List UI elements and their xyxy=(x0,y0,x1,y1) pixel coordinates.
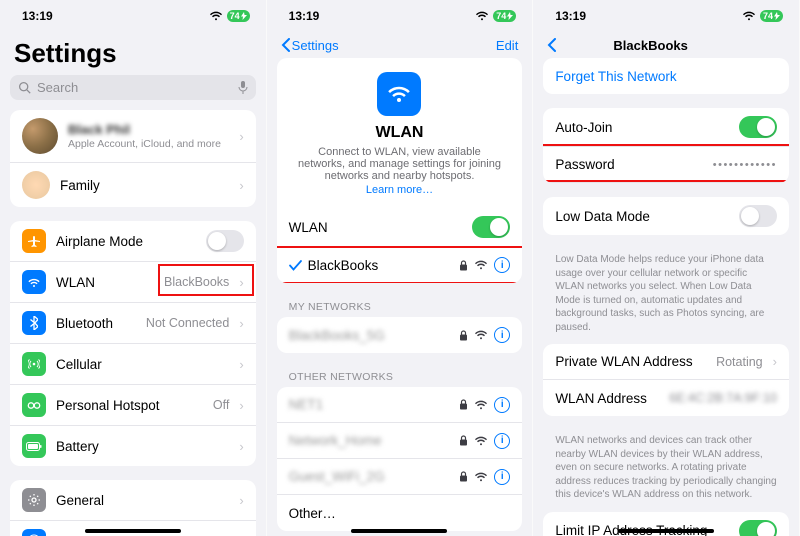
wlan-hero-title: WLAN xyxy=(295,124,505,142)
general-row[interactable]: General › xyxy=(10,480,256,521)
home-indicator[interactable] xyxy=(85,529,181,533)
wifi-icon xyxy=(742,11,756,21)
home-indicator[interactable] xyxy=(351,529,447,533)
apple-account-row[interactable]: Black Phil Apple Account, iCloud, and mo… xyxy=(10,110,256,163)
back-button[interactable]: Settings xyxy=(281,38,339,53)
wlan-address-row: WLAN Address 6E:4C:2B:7A:9F:10 xyxy=(543,380,789,416)
avatar xyxy=(22,118,58,154)
wifi-strength-icon xyxy=(474,330,488,340)
wlan-toggle[interactable] xyxy=(472,216,510,238)
wifi-strength-icon xyxy=(474,472,488,482)
my-networks-header: MY NETWORKS xyxy=(277,297,523,317)
edit-button[interactable]: Edit xyxy=(478,38,518,53)
low-data-mode-toggle[interactable] xyxy=(739,205,777,227)
lock-icon xyxy=(459,471,468,482)
info-icon[interactable]: i xyxy=(494,397,510,413)
network-row[interactable]: Guest_WiFi_2G i xyxy=(277,459,523,495)
chevron-right-icon: › xyxy=(239,439,243,454)
network-row[interactable]: Network_Home i xyxy=(277,423,523,459)
chevron-right-icon: › xyxy=(239,178,243,193)
status-bar: 13:19 74 xyxy=(0,0,266,32)
search-input[interactable]: Search xyxy=(10,75,256,100)
other-networks-header: OTHER NETWORKS xyxy=(277,367,523,387)
wifi-app-icon xyxy=(377,72,421,116)
battery-row[interactable]: Battery › xyxy=(10,426,256,466)
wlan-toggle-row[interactable]: WLAN xyxy=(277,208,523,247)
hotspot-icon xyxy=(22,393,46,417)
status-time: 13:19 xyxy=(22,9,53,23)
back-button[interactable] xyxy=(547,38,556,52)
info-icon[interactable]: i xyxy=(494,257,510,273)
auto-join-toggle[interactable] xyxy=(739,116,777,138)
bluetooth-row[interactable]: Bluetooth Not Connected › xyxy=(10,303,256,344)
account-sub: Apple Account, iCloud, and more xyxy=(68,138,229,150)
wifi-icon xyxy=(22,270,46,294)
mic-icon xyxy=(238,81,248,94)
battery-badge: 74 xyxy=(493,10,516,22)
wlan-address-footer: WLAN networks and devices can track othe… xyxy=(543,430,789,512)
airplane-mode-row[interactable]: Airplane Mode xyxy=(10,221,256,262)
network-row[interactable]: NET1 i xyxy=(277,387,523,423)
search-icon xyxy=(18,81,31,94)
wlan-hero-text: Connect to WLAN, view available networks… xyxy=(295,146,505,182)
wifi-strength-icon xyxy=(474,436,488,446)
cellular-row[interactable]: Cellular › xyxy=(10,344,256,385)
family-row[interactable]: Family › xyxy=(10,163,256,207)
battery-badge: 74 xyxy=(760,10,783,22)
chevron-right-icon: › xyxy=(239,316,243,331)
lock-icon xyxy=(459,399,468,410)
hotspot-row[interactable]: Personal Hotspot Off › xyxy=(10,385,256,426)
info-icon[interactable]: i xyxy=(494,327,510,343)
status-bar: 13:19 74 xyxy=(267,0,533,32)
wifi-strength-icon xyxy=(474,260,488,270)
wifi-icon xyxy=(209,11,223,21)
forget-network-button[interactable]: Forget This Network xyxy=(543,58,789,94)
chevron-left-icon xyxy=(281,38,290,52)
account-name: Black Phil xyxy=(68,122,229,137)
password-row[interactable]: Password •••••••••••• xyxy=(543,147,789,183)
cellular-icon xyxy=(22,352,46,376)
gear-icon xyxy=(22,488,46,512)
airplane-icon xyxy=(22,229,46,253)
checkmark-icon xyxy=(289,260,302,271)
wifi-strength-icon xyxy=(474,400,488,410)
airplane-toggle[interactable] xyxy=(206,230,244,252)
connected-network-row[interactable]: BlackBooks i xyxy=(277,247,523,283)
chevron-right-icon: › xyxy=(239,398,243,413)
private-address-row[interactable]: Private WLAN Address Rotating › xyxy=(543,344,789,380)
lock-icon xyxy=(459,435,468,446)
auto-join-row[interactable]: Auto-Join xyxy=(543,108,789,147)
wlan-detail: BlackBooks xyxy=(164,275,229,289)
chevron-right-icon: › xyxy=(239,275,243,290)
accessibility-icon xyxy=(22,529,46,536)
chevron-right-icon: › xyxy=(239,129,243,144)
chevron-right-icon: › xyxy=(239,357,243,372)
low-data-mode-footer: Low Data Mode helps reduce your iPhone d… xyxy=(543,249,789,344)
learn-more-link[interactable]: Learn more… xyxy=(295,184,505,196)
network-row[interactable]: BlackBooks_5G i xyxy=(277,317,523,353)
low-data-mode-row[interactable]: Low Data Mode xyxy=(543,197,789,235)
home-indicator[interactable] xyxy=(618,529,714,533)
wifi-icon xyxy=(475,11,489,21)
info-icon[interactable]: i xyxy=(494,433,510,449)
info-icon[interactable]: i xyxy=(494,469,510,485)
battery-badge: 74 xyxy=(227,10,250,22)
bluetooth-icon xyxy=(22,311,46,335)
battery-icon xyxy=(22,434,46,458)
chevron-right-icon: › xyxy=(773,354,777,369)
status-bar: 13:19 74 xyxy=(533,0,799,32)
other-network-row[interactable]: Other… xyxy=(277,495,523,531)
page-title: BlackBooks xyxy=(556,38,745,53)
lock-icon xyxy=(459,260,468,271)
wlan-row[interactable]: WLAN BlackBooks › xyxy=(10,262,256,303)
chevron-right-icon: › xyxy=(239,493,243,508)
limit-ip-toggle[interactable] xyxy=(739,520,777,536)
family-avatar xyxy=(22,171,50,199)
page-title: Settings xyxy=(10,32,256,75)
lock-icon xyxy=(459,330,468,341)
chevron-left-icon xyxy=(547,38,556,52)
password-value: •••••••••••• xyxy=(713,159,777,171)
